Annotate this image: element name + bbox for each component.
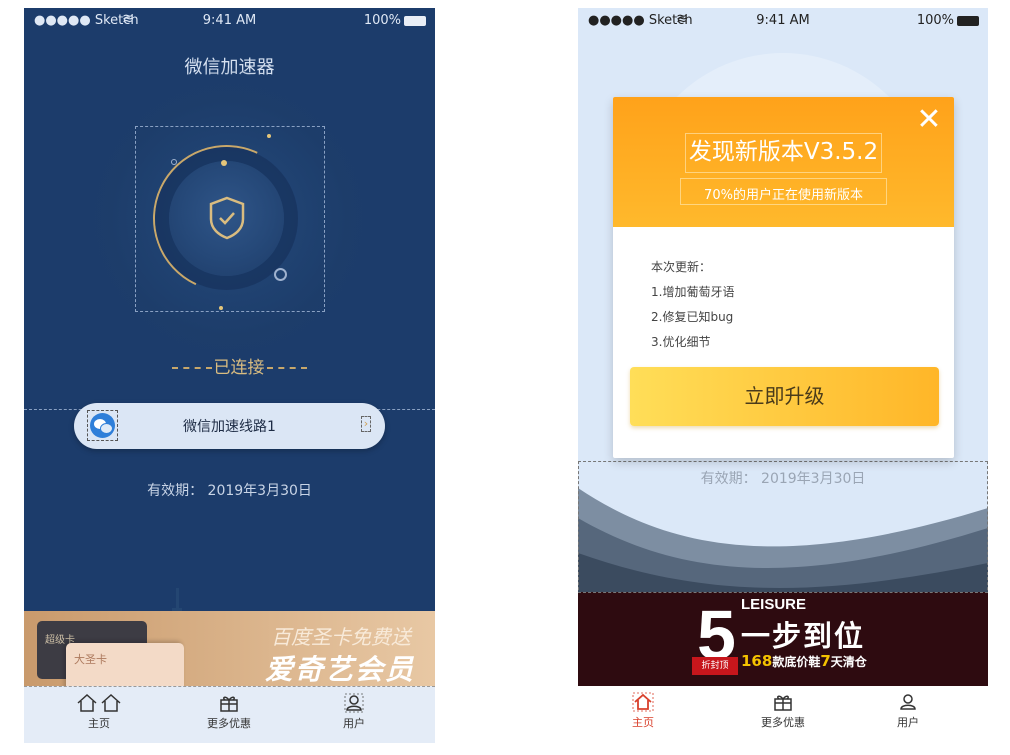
battery-icon xyxy=(957,16,979,26)
battery-percent: 100% xyxy=(916,13,954,28)
user-icon xyxy=(900,694,916,710)
banner-tag: 折封顶 xyxy=(692,657,738,675)
home-icon xyxy=(632,692,654,712)
tab-more-deals[interactable]: 更多优惠 xyxy=(189,693,269,731)
changelog-item: 2.修复已知bug xyxy=(651,310,734,324)
tab-more-deals-label: 更多优惠 xyxy=(761,716,805,729)
tab-home[interactable]: 主页 xyxy=(59,693,139,731)
dashed-line-left xyxy=(171,367,212,369)
banner-deal: 168款底价鞋7天清仓 xyxy=(741,652,867,670)
tab-user[interactable]: 用户 xyxy=(868,692,948,730)
banner-line1: 百度圣卡免费送 xyxy=(271,625,411,649)
user-icon xyxy=(344,693,364,713)
route-selector[interactable]: 微信加速线路1 › xyxy=(74,403,385,449)
close-icon[interactable]: ✕ xyxy=(916,105,942,135)
tab-user-label: 用户 xyxy=(897,716,919,729)
dialog-subtitle: 70%的用户正在使用新版本 xyxy=(704,188,863,203)
tab-more-deals-label: 更多优惠 xyxy=(207,717,251,730)
upgrade-button[interactable]: 立即升级 xyxy=(630,367,939,426)
tab-user-label: 用户 xyxy=(343,717,365,730)
dashed-line-right xyxy=(266,367,307,369)
changelog: 本次更新： 1.增加葡萄牙语 2.修复已知bug 3.优化细节 xyxy=(651,255,734,355)
deal-end: 天清仓 xyxy=(830,655,867,669)
status-bar: ●●●●● Sketch ≋ 9:41 AM 100% xyxy=(24,8,435,32)
decor-dot xyxy=(171,159,177,165)
changelog-item: 1.增加葡萄牙语 xyxy=(651,285,735,299)
promo-banner[interactable]: 5 折封顶 LEISURE 一步到位 168款底价鞋7天清仓 xyxy=(578,592,988,687)
banner-line2: 爱奇艺会员 xyxy=(264,653,415,686)
home-screen-connected: ●●●●● Sketch ≋ 9:41 AM 100% 微信加速器 已连接 xyxy=(24,8,435,743)
decor-dot xyxy=(219,306,223,310)
route-label: 微信加速线路1 xyxy=(183,419,276,435)
tab-user[interactable]: 用户 xyxy=(314,693,394,731)
deal-days: 7 xyxy=(820,652,831,670)
gift-icon xyxy=(220,696,238,712)
connection-status-text: 已连接 xyxy=(213,358,265,378)
dialog-header: 发现新版本V3.5.2 70%的用户正在使用新版本 ✕ xyxy=(613,97,954,227)
card-label: 大圣卡 xyxy=(74,653,107,666)
card-image: 大圣卡 xyxy=(66,643,184,686)
decor-dot xyxy=(267,134,271,138)
changelog-item: 3.优化细节 xyxy=(651,335,711,349)
tab-more-deals[interactable]: 更多优惠 xyxy=(743,692,823,730)
dialog-title: 发现新版本V3.5.2 xyxy=(688,139,879,165)
tab-home[interactable]: 主页 xyxy=(603,692,683,730)
banner-slogan: 一步到位 xyxy=(741,619,866,653)
orb-marker-dot xyxy=(221,160,227,166)
tab-home-label: 主页 xyxy=(632,716,654,729)
battery-icon xyxy=(404,16,426,26)
promo-banner[interactable]: 超级卡 大圣卡 百度圣卡免费送 爱奇艺会员 xyxy=(24,611,435,686)
changelog-heading: 本次更新： xyxy=(651,260,712,274)
status-bar: ●●●●● Sketch ≋ 9:41 AM 100% xyxy=(578,8,988,32)
home-icon xyxy=(77,693,121,712)
gift-icon xyxy=(774,695,792,711)
tab-home-label: 主页 xyxy=(88,717,110,730)
deal-text: 款底价鞋 xyxy=(772,655,821,669)
banner-headline: LEISURE xyxy=(741,596,807,613)
decor-ring xyxy=(274,268,287,281)
tab-bar: 主页 更多优惠 用户 xyxy=(578,686,988,743)
home-screen-update-dialog: ●●●●● Sketch ≋ 9:41 AM 100% 有效期： 2019年3月… xyxy=(578,8,988,743)
connection-status: 已连接 xyxy=(164,353,314,378)
battery-percent: 100% xyxy=(363,13,401,28)
tab-bar: 主页 更多优惠 用户 xyxy=(24,686,435,743)
update-dialog: 发现新版本V3.5.2 70%的用户正在使用新版本 ✕ 本次更新： 1.增加葡萄… xyxy=(613,97,954,458)
chevron-right-icon: › xyxy=(361,416,371,432)
validity-date: 有效期： 2019年3月30日 xyxy=(147,483,312,499)
deal-count: 168 xyxy=(741,652,773,670)
shield-check-icon xyxy=(207,195,247,245)
